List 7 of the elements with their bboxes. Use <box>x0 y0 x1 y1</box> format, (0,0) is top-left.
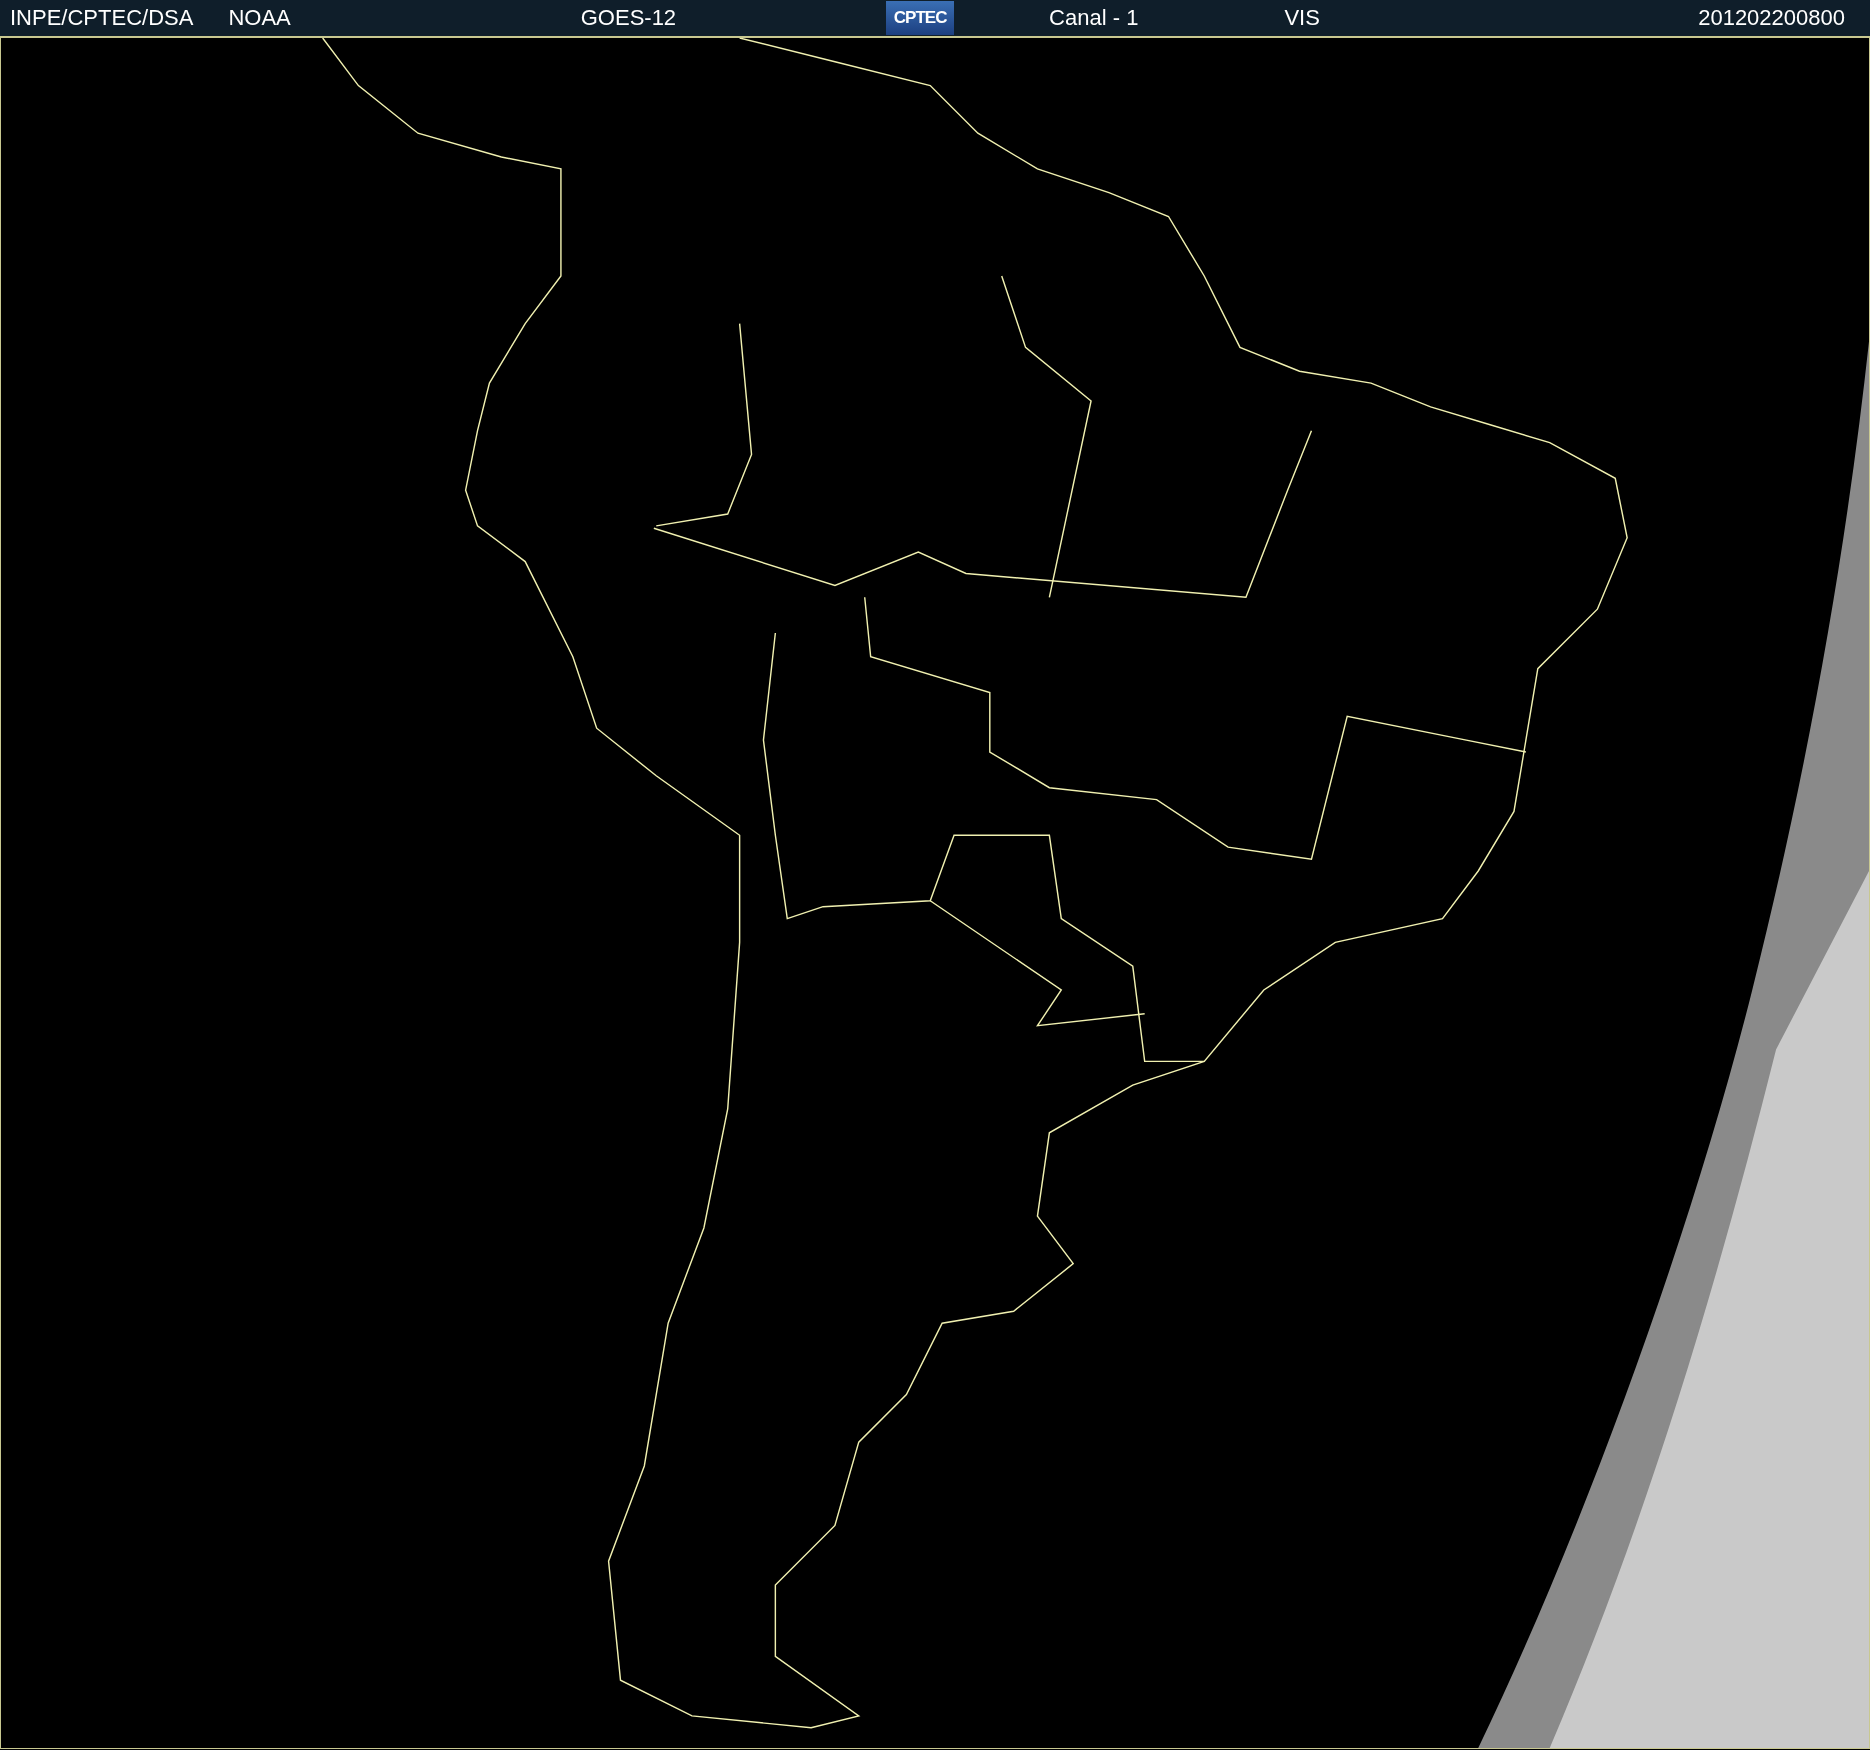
band-label: VIS <box>1284 5 1320 31</box>
logo: CPTEC <box>886 1 955 35</box>
channel-label: Canal - 1 <box>1049 5 1139 31</box>
timestamp-label: 201202200800 <box>1698 5 1845 31</box>
agency-label: NOAA <box>228 5 291 31</box>
source-label: INPE/CPTEC/DSA <box>10 5 194 31</box>
satellite-label: GOES-12 <box>580 5 677 31</box>
